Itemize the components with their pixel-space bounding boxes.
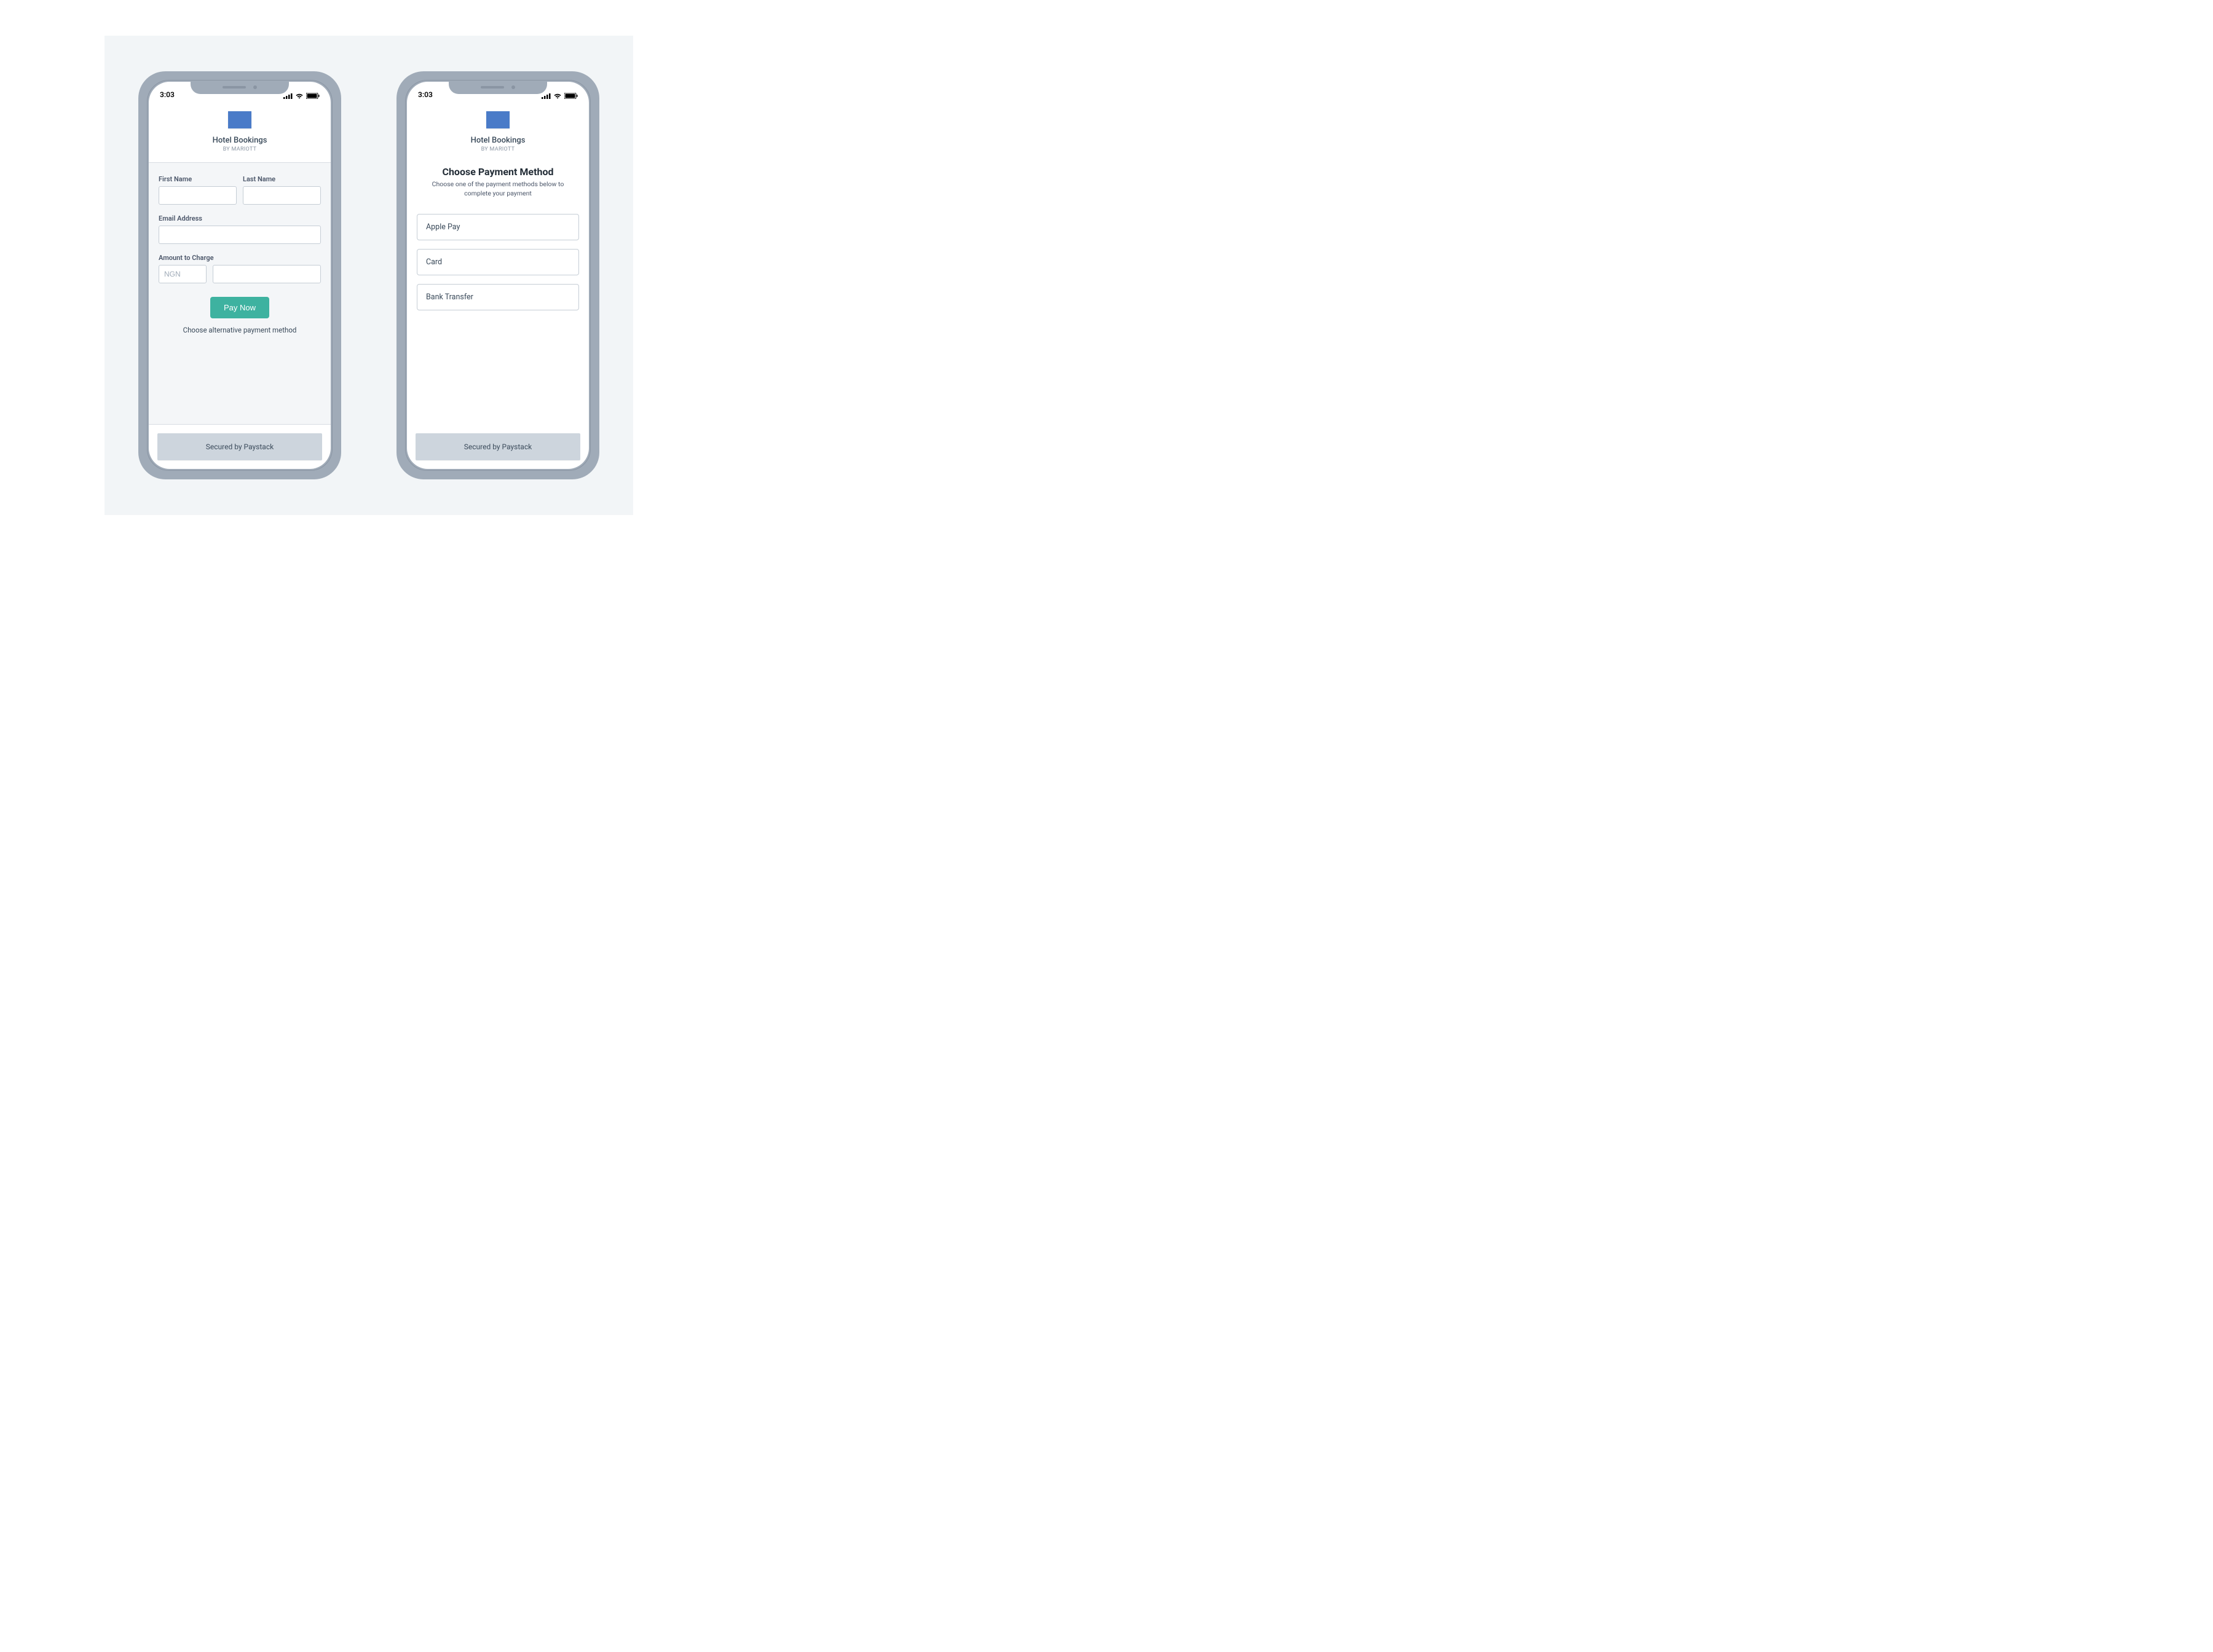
- front-camera: [511, 85, 515, 89]
- merchant-header: Hotel Bookings BY MARIOTT: [407, 99, 589, 162]
- payment-method-title: Choose Payment Method: [425, 166, 570, 178]
- payment-option-label: Card: [426, 258, 442, 267]
- notch: [191, 82, 289, 94]
- status-icons: [542, 93, 578, 99]
- phone-screen-2: 3:03 Hotel Book: [407, 82, 589, 469]
- payment-method-screen: Choose Payment Method Choose one of the …: [407, 162, 589, 469]
- payment-option-apple-pay[interactable]: Apple Pay: [417, 214, 579, 240]
- payment-method-subtitle: Choose one of the payment methods below …: [425, 180, 570, 198]
- mockup-canvas: 3:03 Hotel Book: [105, 36, 633, 515]
- last-name-label: Last Name: [243, 175, 321, 183]
- pay-now-button[interactable]: Pay Now: [210, 297, 269, 318]
- status-time: 3:03: [160, 90, 175, 99]
- payment-option-label: Bank Transfer: [426, 293, 473, 302]
- email-label: Email Address: [159, 214, 321, 222]
- signal-icon: [283, 93, 293, 99]
- speaker-slot: [223, 86, 246, 88]
- merchant-subtitle: BY MARIOTT: [149, 146, 331, 152]
- secured-text: Secured by Paystack: [206, 442, 274, 451]
- secured-footer: Secured by Paystack: [157, 433, 322, 460]
- wifi-icon: [553, 93, 562, 99]
- payment-method-header: Choose Payment Method Choose one of the …: [407, 162, 589, 198]
- phone-screen-1: 3:03 Hotel Book: [149, 82, 331, 469]
- phone-frame-1: 3:03 Hotel Book: [138, 71, 341, 479]
- merchant-header: Hotel Bookings BY MARIOTT: [149, 99, 331, 162]
- currency-select[interactable]: [159, 265, 207, 283]
- amount-input[interactable]: [213, 265, 321, 283]
- speaker-slot: [481, 86, 504, 88]
- payment-form: First Name Last Name Email Address A: [149, 162, 331, 425]
- payment-method-list: Apple Pay Card Bank Transfer: [407, 198, 589, 425]
- signal-icon: [542, 93, 551, 99]
- front-camera: [253, 85, 257, 89]
- last-name-input[interactable]: [243, 186, 321, 205]
- payment-option-label: Apple Pay: [426, 222, 460, 232]
- merchant-subtitle: BY MARIOTT: [407, 146, 589, 152]
- battery-icon: [564, 93, 578, 99]
- payment-option-bank-transfer[interactable]: Bank Transfer: [417, 284, 579, 310]
- merchant-logo: [228, 111, 251, 128]
- secured-footer: Secured by Paystack: [416, 433, 580, 460]
- first-name-label: First Name: [159, 175, 237, 183]
- amount-label: Amount to Charge: [159, 254, 321, 262]
- payment-option-card[interactable]: Card: [417, 249, 579, 275]
- phone-inner-1: 3:03 Hotel Book: [147, 80, 333, 471]
- merchant-title: Hotel Bookings: [149, 136, 331, 145]
- battery-icon: [306, 93, 320, 99]
- phone-frame-2: 3:03 Hotel Book: [396, 71, 599, 479]
- merchant-logo: [486, 111, 510, 128]
- wifi-icon: [295, 93, 304, 99]
- status-icons: [283, 93, 320, 99]
- merchant-title: Hotel Bookings: [407, 136, 589, 145]
- notch: [449, 82, 547, 94]
- email-input[interactable]: [159, 226, 321, 244]
- alt-payment-link[interactable]: Choose alternative payment method: [159, 326, 321, 334]
- phone-inner-2: 3:03 Hotel Book: [405, 80, 591, 471]
- status-time: 3:03: [418, 90, 433, 99]
- secured-text: Secured by Paystack: [464, 442, 532, 451]
- first-name-input[interactable]: [159, 186, 237, 205]
